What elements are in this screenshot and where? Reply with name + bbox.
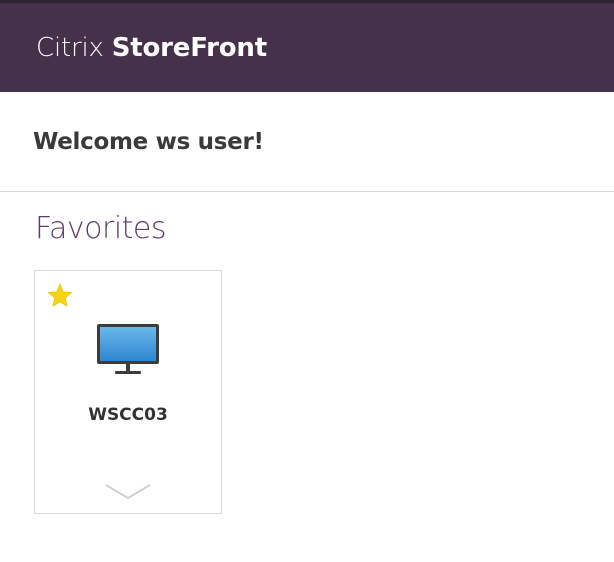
welcome-bar: Welcome ws user! xyxy=(0,92,614,192)
welcome-message: Welcome ws user! xyxy=(33,128,264,155)
brand-name-light: Citrix xyxy=(36,32,112,63)
app-name[interactable]: WSCC03 xyxy=(35,405,221,425)
app-tile[interactable]: WSCC03 xyxy=(34,270,222,514)
app-header: Citrix StoreFront xyxy=(0,3,614,92)
favorites-title: Favorites xyxy=(35,211,167,246)
chevron-down-icon[interactable] xyxy=(105,484,151,500)
desktop-monitor-icon xyxy=(97,324,159,374)
brand-logo: Citrix StoreFront xyxy=(36,35,267,61)
brand-name-bold: StoreFront xyxy=(111,32,267,63)
star-icon[interactable] xyxy=(47,283,73,308)
favorites-section: Favorites xyxy=(0,192,614,244)
